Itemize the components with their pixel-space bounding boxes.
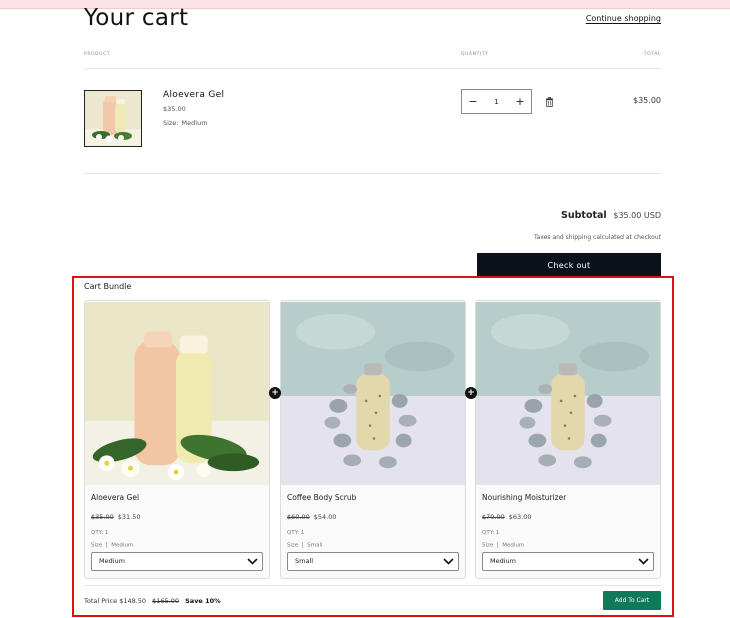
bundle-product-old-price: $60.00 — [287, 513, 310, 521]
bundle-product-qty: QTY: 1 — [91, 530, 109, 536]
size-select[interactable]: Medium — [482, 551, 654, 571]
bundle-product-size: Size Medium — [91, 542, 263, 549]
column-header-total: TOTAL — [643, 52, 661, 57]
bundle-product-size-value: Small — [307, 542, 323, 549]
bundle-product-prices: $35.00 $31.50 — [91, 513, 263, 521]
increase-quantity-button[interactable]: + — [515, 96, 525, 107]
cart-item-name[interactable]: Aloevera Gel — [163, 90, 224, 100]
subtotal-value: $35.00 USD — [613, 211, 661, 220]
trash-icon[interactable] — [545, 97, 554, 107]
bundle-footer-divider — [84, 585, 661, 586]
page-title: Your cart — [84, 5, 189, 31]
bundle-product-image — [476, 301, 660, 486]
items-divider — [84, 173, 661, 174]
subtotal-label: Subtotal — [561, 210, 607, 221]
bundle-product-qty: QTY: 1 — [287, 530, 305, 536]
bundle-product-size-label: Size — [287, 542, 299, 549]
column-header-product: PRODUCT — [84, 52, 111, 57]
plus-icon: + — [269, 387, 281, 399]
chevron-down-icon — [638, 557, 649, 565]
size-select[interactable]: Small — [287, 551, 459, 571]
add-to-cart-button[interactable]: Add To Cart — [603, 591, 661, 610]
cart-item-price: $35.00 — [163, 105, 186, 113]
quantity-stepper[interactable]: − 1 + — [461, 89, 532, 114]
bundle-product-card: Nourishing Moisturizer $70.00 $63.00 QTY:… — [475, 300, 661, 579]
size-select-value: Small — [295, 557, 314, 565]
size-select[interactable]: Medium — [91, 551, 263, 571]
taxes-note: Taxes and shipping calculated at checkou… — [534, 234, 661, 241]
continue-shopping-link[interactable]: Continue shopping — [586, 14, 661, 23]
cart-item-image[interactable] — [84, 90, 142, 147]
bundle-product-size: Size Medium — [482, 542, 654, 549]
cart-item-size-label: Size: — [163, 119, 179, 127]
bundle-product-image — [85, 301, 269, 486]
bundle-product-size-value: Medium — [111, 542, 134, 549]
bundle-product-old-price: $35.00 — [91, 513, 114, 521]
size-select-value: Medium — [99, 557, 125, 565]
chevron-down-icon — [247, 557, 258, 565]
bundle-product-size-label: Size — [91, 542, 103, 549]
cart-item-size: Size: Medium — [163, 119, 208, 127]
bundle-product-old-price: $70.00 — [482, 513, 505, 521]
bundle-total: Total Price $148.50 $165.00 Save 10% — [84, 597, 221, 605]
bundle-product-card: Coffee Body Scrub $60.00 $54.00 QTY: 1 Si… — [280, 300, 466, 579]
bundle-product-size-value: Medium — [502, 542, 525, 549]
column-header-quantity: QUANTITY — [461, 52, 489, 57]
bundle-total-label: Total Price — [84, 597, 118, 605]
bundle-product-price: $63.00 — [508, 513, 532, 521]
bundle-product-size-label: Size — [482, 542, 494, 549]
header-divider — [84, 68, 661, 69]
bundle-product-prices: $70.00 $63.00 — [482, 513, 654, 521]
bundle-product-price: $31.50 — [117, 513, 141, 521]
plus-icon: + — [465, 387, 477, 399]
cart-item-size-value: Medium — [181, 119, 208, 127]
bundle-save-text: Save 10% — [185, 597, 221, 605]
bundle-total-old-price: $165.00 — [152, 597, 180, 605]
bundle-product-price: $54.00 — [313, 513, 337, 521]
bundle-product-name[interactable]: Nourishing Moisturizer — [482, 493, 654, 502]
bundle-product-name[interactable]: Coffee Body Scrub — [287, 493, 459, 502]
cart-item-line-total: $35.00 — [633, 96, 661, 105]
bundle-product-card: Aloevera Gel $35.00 $31.50 QTY: 1 Size Med… — [84, 300, 270, 579]
quantity-value[interactable]: 1 — [494, 98, 498, 106]
bundle-product-qty: QTY: 1 — [482, 530, 500, 536]
bundle-title: Cart Bundle — [84, 282, 132, 291]
bundle-product-image — [281, 301, 465, 486]
bundle-product-name[interactable]: Aloevera Gel — [91, 493, 263, 502]
bundle-total-price: $148.50 — [119, 597, 147, 605]
decrease-quantity-button[interactable]: − — [468, 96, 478, 107]
bundle-product-prices: $60.00 $54.00 — [287, 513, 459, 521]
size-select-value: Medium — [490, 557, 516, 565]
bundle-product-size: Size Small — [287, 542, 459, 549]
chevron-down-icon — [443, 557, 454, 565]
checkout-button[interactable]: Check out — [477, 253, 661, 278]
